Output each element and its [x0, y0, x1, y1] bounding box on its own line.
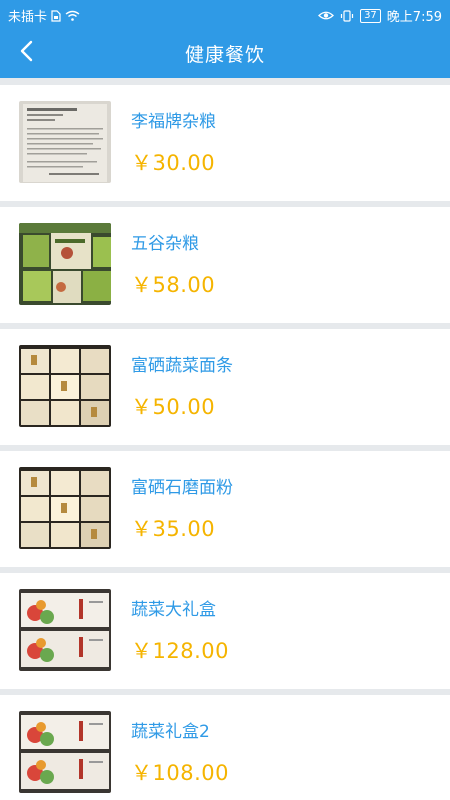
product-price: ￥108.00: [131, 761, 229, 785]
product-image: [19, 589, 111, 671]
wifi-icon: [65, 10, 80, 21]
product-name: 蔬菜大礼盒: [131, 600, 216, 620]
sim-icon: [51, 9, 61, 22]
product-item[interactable]: 李福牌杂粮 ￥30.00: [0, 85, 450, 201]
page-title: 健康餐饮: [184, 44, 265, 66]
product-price: ￥50.00: [131, 395, 216, 419]
clock-time: 晚上7:59: [386, 10, 442, 25]
status-bar: 未插卡 37 晚上7:59: [0, 0, 450, 28]
product-price: ￥30.00: [131, 151, 216, 175]
product-item[interactable]: 富硒石磨面粉 ￥35.00: [0, 451, 450, 567]
carrier-label: 未插卡: [8, 10, 48, 25]
product-name: 富硒蔬菜面条: [131, 356, 233, 376]
product-item[interactable]: 富硒蔬菜面条 ￥50.00: [0, 329, 450, 445]
product-item[interactable]: 蔬菜大礼盒 ￥128.00: [0, 573, 450, 689]
product-name: 五谷杂粮: [131, 234, 199, 254]
product-image: [19, 711, 111, 793]
product-item[interactable]: 蔬菜礼盒2 ￥108.00: [0, 695, 450, 800]
product-item[interactable]: 五谷杂粮 ￥58.00: [0, 207, 450, 323]
product-image: [19, 101, 111, 183]
product-image: [19, 345, 111, 427]
product-price: ￥128.00: [131, 639, 229, 663]
product-image: [19, 223, 111, 305]
product-price: ￥58.00: [131, 273, 216, 297]
product-price: ￥35.00: [131, 517, 216, 541]
product-name: 蔬菜礼盒2: [131, 722, 210, 742]
product-image: [19, 467, 111, 549]
navigation-bar: 健康餐饮: [0, 28, 450, 78]
eye-icon: [318, 10, 335, 21]
product-name: 李福牌杂粮: [131, 112, 216, 132]
battery-icon: 37: [360, 8, 381, 23]
product-name: 富硒石磨面粉: [131, 478, 233, 498]
vibrate-icon: [340, 9, 354, 22]
